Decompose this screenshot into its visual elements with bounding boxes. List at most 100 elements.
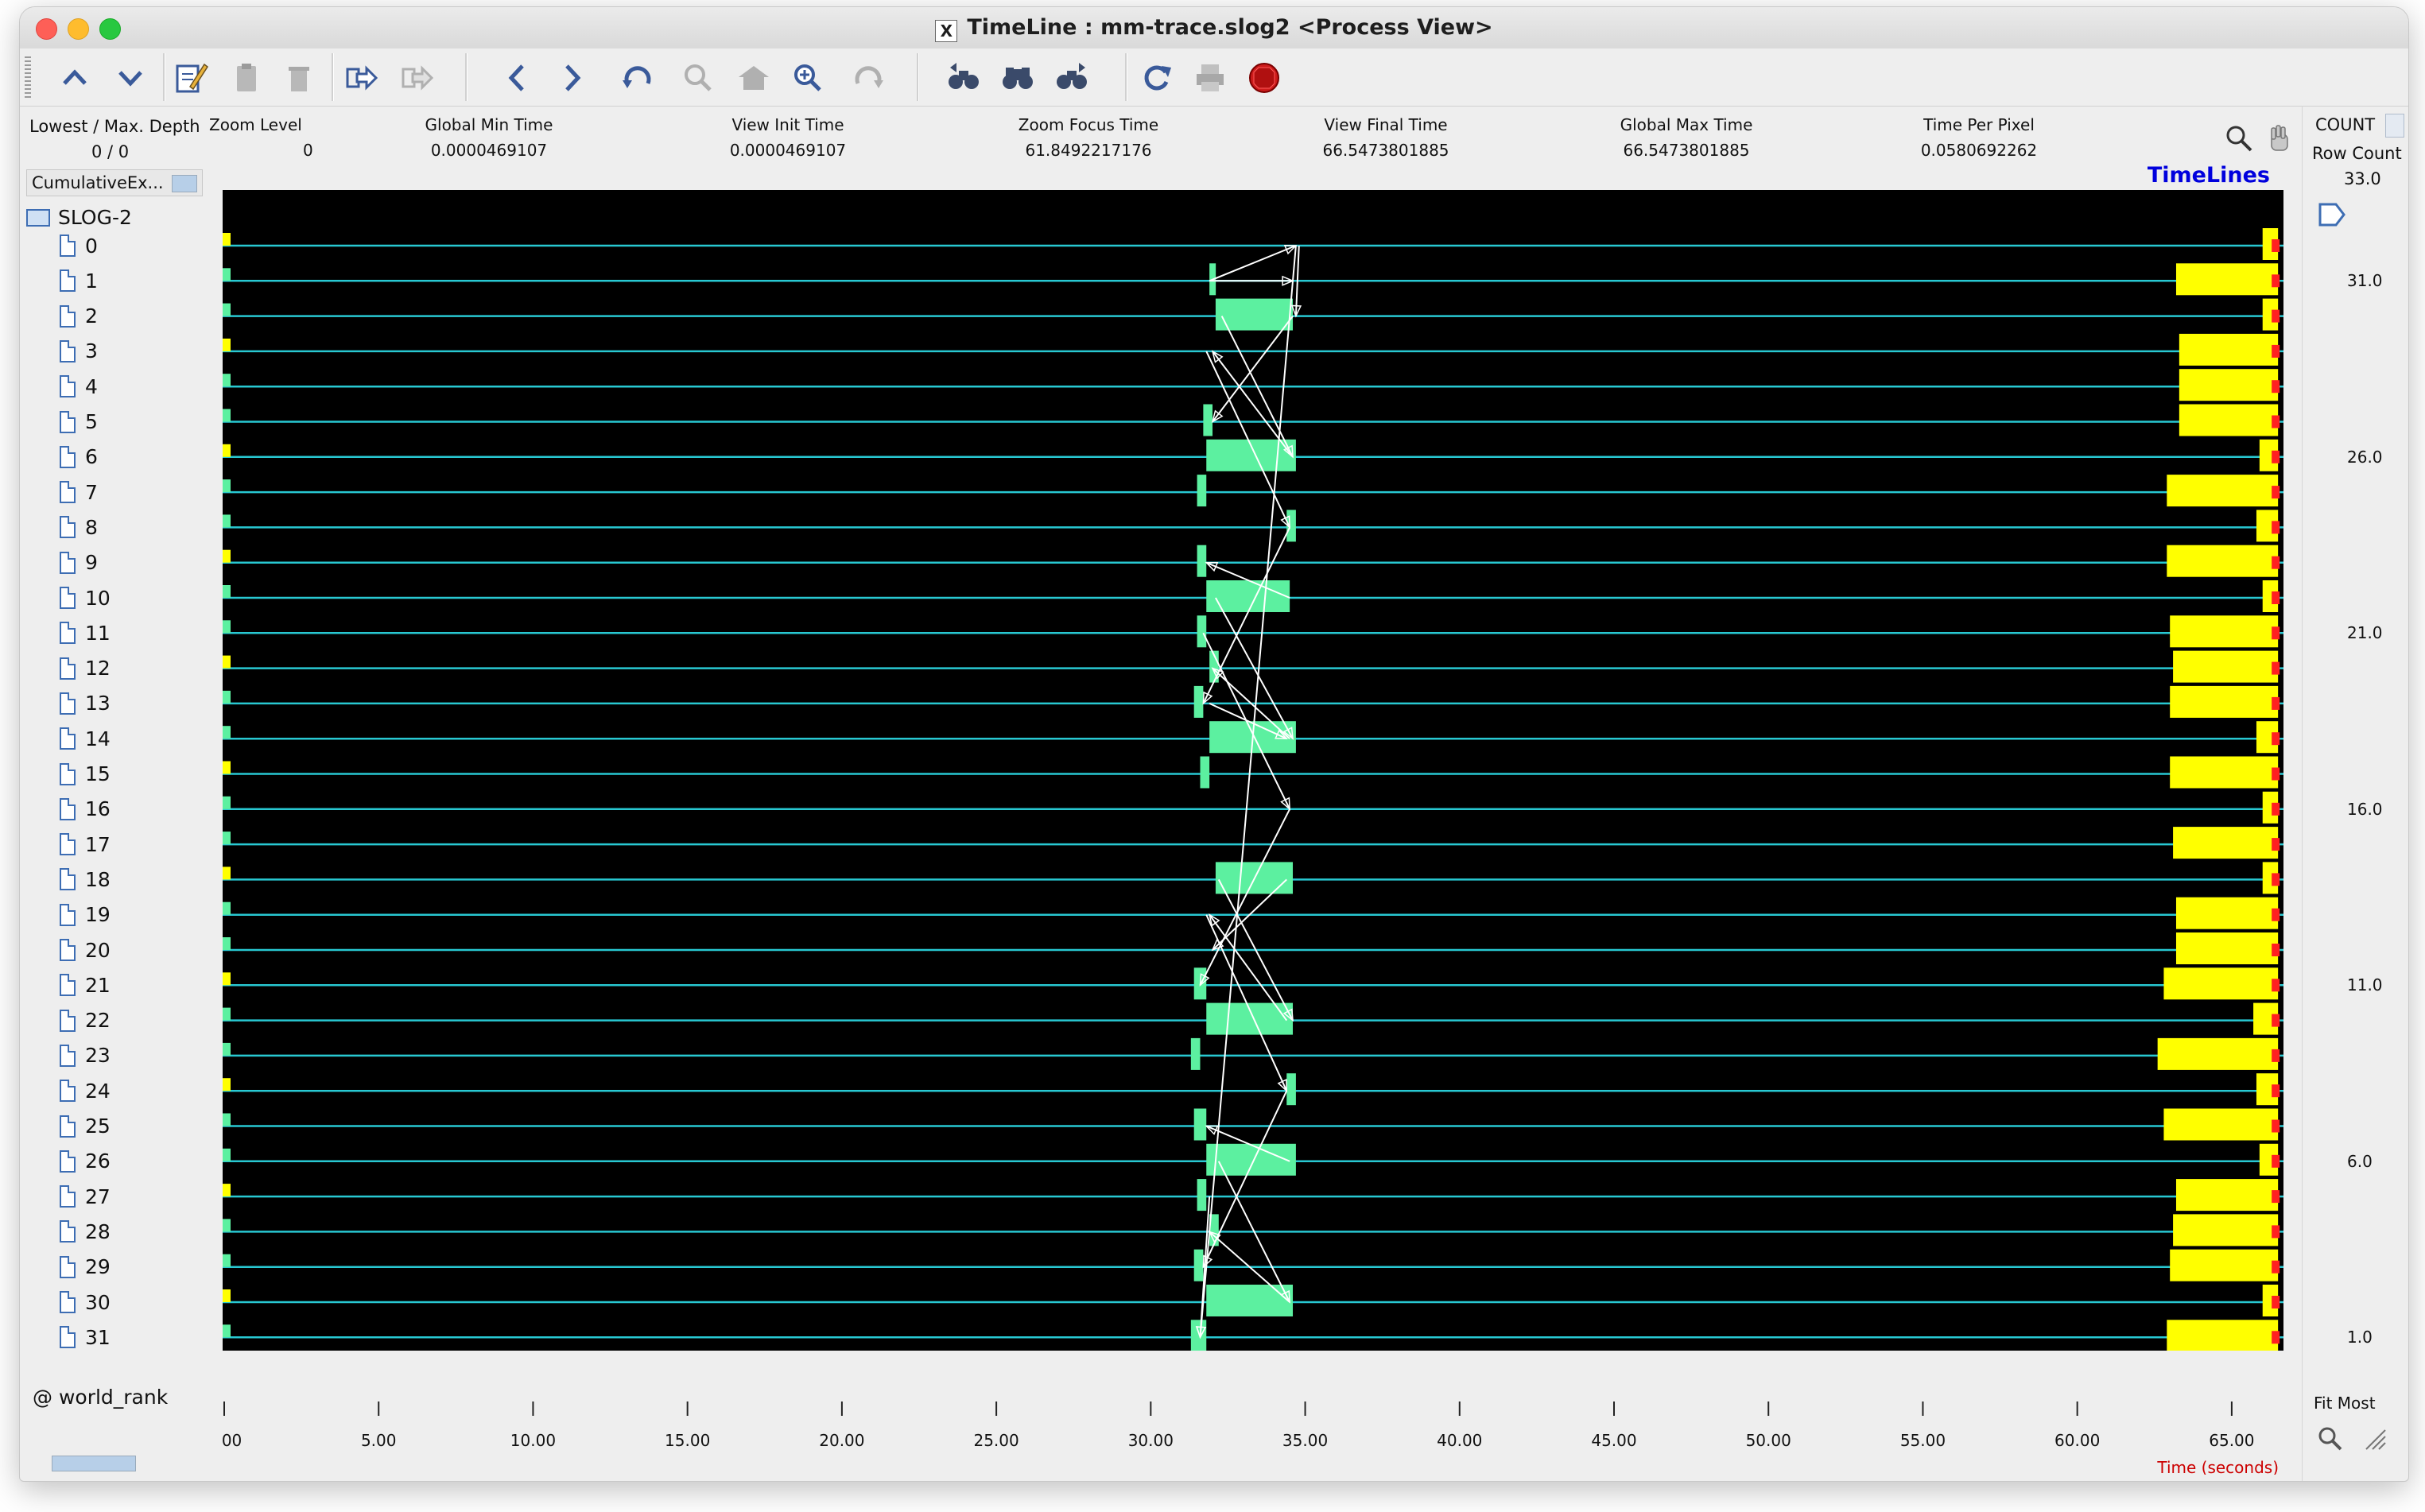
final-state[interactable] — [2167, 1320, 2279, 1352]
final-state[interactable] — [2179, 404, 2279, 436]
comm-state[interactable] — [1197, 545, 1207, 577]
axis-tick-label[interactable]: 20.00 — [819, 1431, 864, 1450]
final-state[interactable] — [2163, 967, 2279, 1000]
final-state-marker[interactable] — [2272, 239, 2280, 252]
final-state-marker[interactable] — [2272, 486, 2280, 499]
rank-row-item[interactable]: 1 — [60, 266, 98, 295]
axis-tick-label[interactable]: 65.00 — [2209, 1431, 2254, 1450]
refresh-button[interactable] — [1133, 55, 1179, 101]
final-state-marker[interactable] — [2272, 591, 2280, 604]
init-state-29[interactable] — [223, 1254, 231, 1267]
rank-row-item[interactable]: 26 — [60, 1147, 111, 1176]
rank-row-item[interactable]: 24 — [60, 1076, 111, 1105]
rank-row-item[interactable]: 29 — [60, 1253, 111, 1281]
comm-state[interactable] — [1206, 1285, 1294, 1316]
init-state-21[interactable] — [223, 972, 231, 986]
axis-tick-label[interactable]: 30.00 — [1128, 1431, 1174, 1450]
init-state-2[interactable] — [223, 303, 231, 316]
final-state-marker[interactable] — [2272, 979, 2280, 992]
init-state-4[interactable] — [223, 374, 231, 387]
final-state[interactable] — [2173, 1214, 2279, 1246]
comm-state[interactable] — [1193, 685, 1204, 718]
rank-row-item[interactable]: 13 — [60, 689, 111, 718]
rank-row-item[interactable]: 18 — [60, 865, 111, 894]
comm-state[interactable] — [1206, 580, 1290, 612]
init-state-3[interactable] — [223, 338, 231, 351]
resize-grip[interactable] — [2361, 1425, 2388, 1456]
axis-tick-label[interactable]: 15.00 — [665, 1431, 710, 1450]
init-state-25[interactable] — [223, 1113, 231, 1126]
init-state-7[interactable] — [223, 479, 231, 493]
rank-row-item[interactable]: 30 — [60, 1288, 111, 1316]
final-state-marker[interactable] — [2272, 696, 2280, 710]
final-state[interactable] — [2175, 263, 2279, 296]
final-state[interactable] — [2170, 1249, 2279, 1281]
axis-tick-label[interactable]: 10.00 — [510, 1431, 556, 1450]
stop-button[interactable] — [1241, 55, 1287, 101]
search-forward-button[interactable] — [1049, 55, 1095, 101]
axis-tick-label[interactable]: 0.00 — [207, 1431, 242, 1450]
redirect-right-button[interactable] — [338, 55, 384, 101]
final-state-marker[interactable] — [2272, 1014, 2280, 1027]
init-state-23[interactable] — [223, 1042, 231, 1056]
rank-row-item[interactable]: 19 — [60, 901, 111, 929]
final-state-marker[interactable] — [2272, 767, 2280, 781]
message-arrowhead[interactable] — [1205, 1125, 1219, 1135]
init-state-31[interactable] — [223, 1324, 231, 1338]
timeline-plot[interactable] — [223, 190, 2283, 1352]
left-scrollbar[interactable] — [52, 1456, 136, 1471]
paste-button[interactable] — [223, 55, 270, 101]
zoom-home-button[interactable] — [731, 55, 777, 101]
init-state-11[interactable] — [223, 620, 231, 634]
axis-tick-label[interactable]: 45.00 — [1591, 1431, 1636, 1450]
search-backward-button[interactable] — [941, 55, 987, 101]
message-arrowhead[interactable] — [1280, 797, 1290, 811]
final-state[interactable] — [2179, 333, 2279, 366]
init-state-1[interactable] — [223, 268, 231, 281]
final-state[interactable] — [2170, 756, 2279, 789]
init-state-24[interactable] — [223, 1078, 231, 1091]
final-state-marker[interactable] — [2272, 556, 2280, 569]
comm-state[interactable] — [1193, 1108, 1207, 1141]
init-state-19[interactable] — [223, 901, 231, 915]
final-state-marker[interactable] — [2272, 1296, 2280, 1308]
final-state-marker[interactable] — [2272, 1154, 2280, 1168]
final-state[interactable] — [2163, 1108, 2279, 1141]
rank-row-item[interactable]: 7 — [60, 478, 98, 506]
final-state-marker[interactable] — [2272, 838, 2280, 851]
comm-state[interactable] — [1197, 1179, 1207, 1212]
rank-row-item[interactable]: 9 — [60, 549, 98, 577]
tag-marker-button[interactable] — [2317, 201, 2349, 231]
comm-state[interactable] — [1200, 756, 1210, 789]
init-state-16[interactable] — [223, 796, 231, 809]
previous-button[interactable] — [495, 55, 541, 101]
final-state-marker[interactable] — [2272, 1049, 2280, 1062]
init-state-14[interactable] — [223, 726, 231, 739]
init-state-8[interactable] — [223, 514, 231, 528]
comm-state[interactable] — [1197, 475, 1207, 507]
final-state-marker[interactable] — [2272, 1260, 2280, 1274]
comm-state[interactable] — [1203, 404, 1213, 436]
init-state-26[interactable] — [223, 1148, 231, 1161]
final-state-marker[interactable] — [2272, 1084, 2280, 1098]
final-state-marker[interactable] — [2272, 732, 2280, 746]
rank-row-item[interactable]: 6 — [60, 443, 98, 471]
zoom-tool-button[interactable] — [2317, 1425, 2344, 1456]
rank-row-item[interactable]: 23 — [60, 1041, 111, 1070]
message-arrow[interactable] — [1212, 315, 1294, 423]
final-state[interactable] — [2175, 897, 2279, 929]
hand-tool-button[interactable] — [2264, 123, 2294, 157]
init-state-9[interactable] — [223, 549, 231, 563]
rank-row-item[interactable]: 20 — [60, 936, 111, 964]
message-arrow[interactable] — [1202, 632, 1291, 810]
rank-row-item[interactable]: 27 — [60, 1182, 111, 1211]
zoom-out-button[interactable] — [675, 55, 721, 101]
final-state-marker[interactable] — [2272, 274, 2280, 288]
rank-row-item[interactable]: 21 — [60, 971, 111, 999]
next-button[interactable] — [549, 55, 596, 101]
final-state-marker[interactable] — [2272, 908, 2280, 921]
view-select[interactable]: CumulativeEx... — [26, 169, 203, 196]
rank-row-item[interactable]: 16 — [60, 795, 111, 824]
init-state-30[interactable] — [223, 1289, 231, 1302]
init-state-22[interactable] — [223, 1007, 231, 1021]
